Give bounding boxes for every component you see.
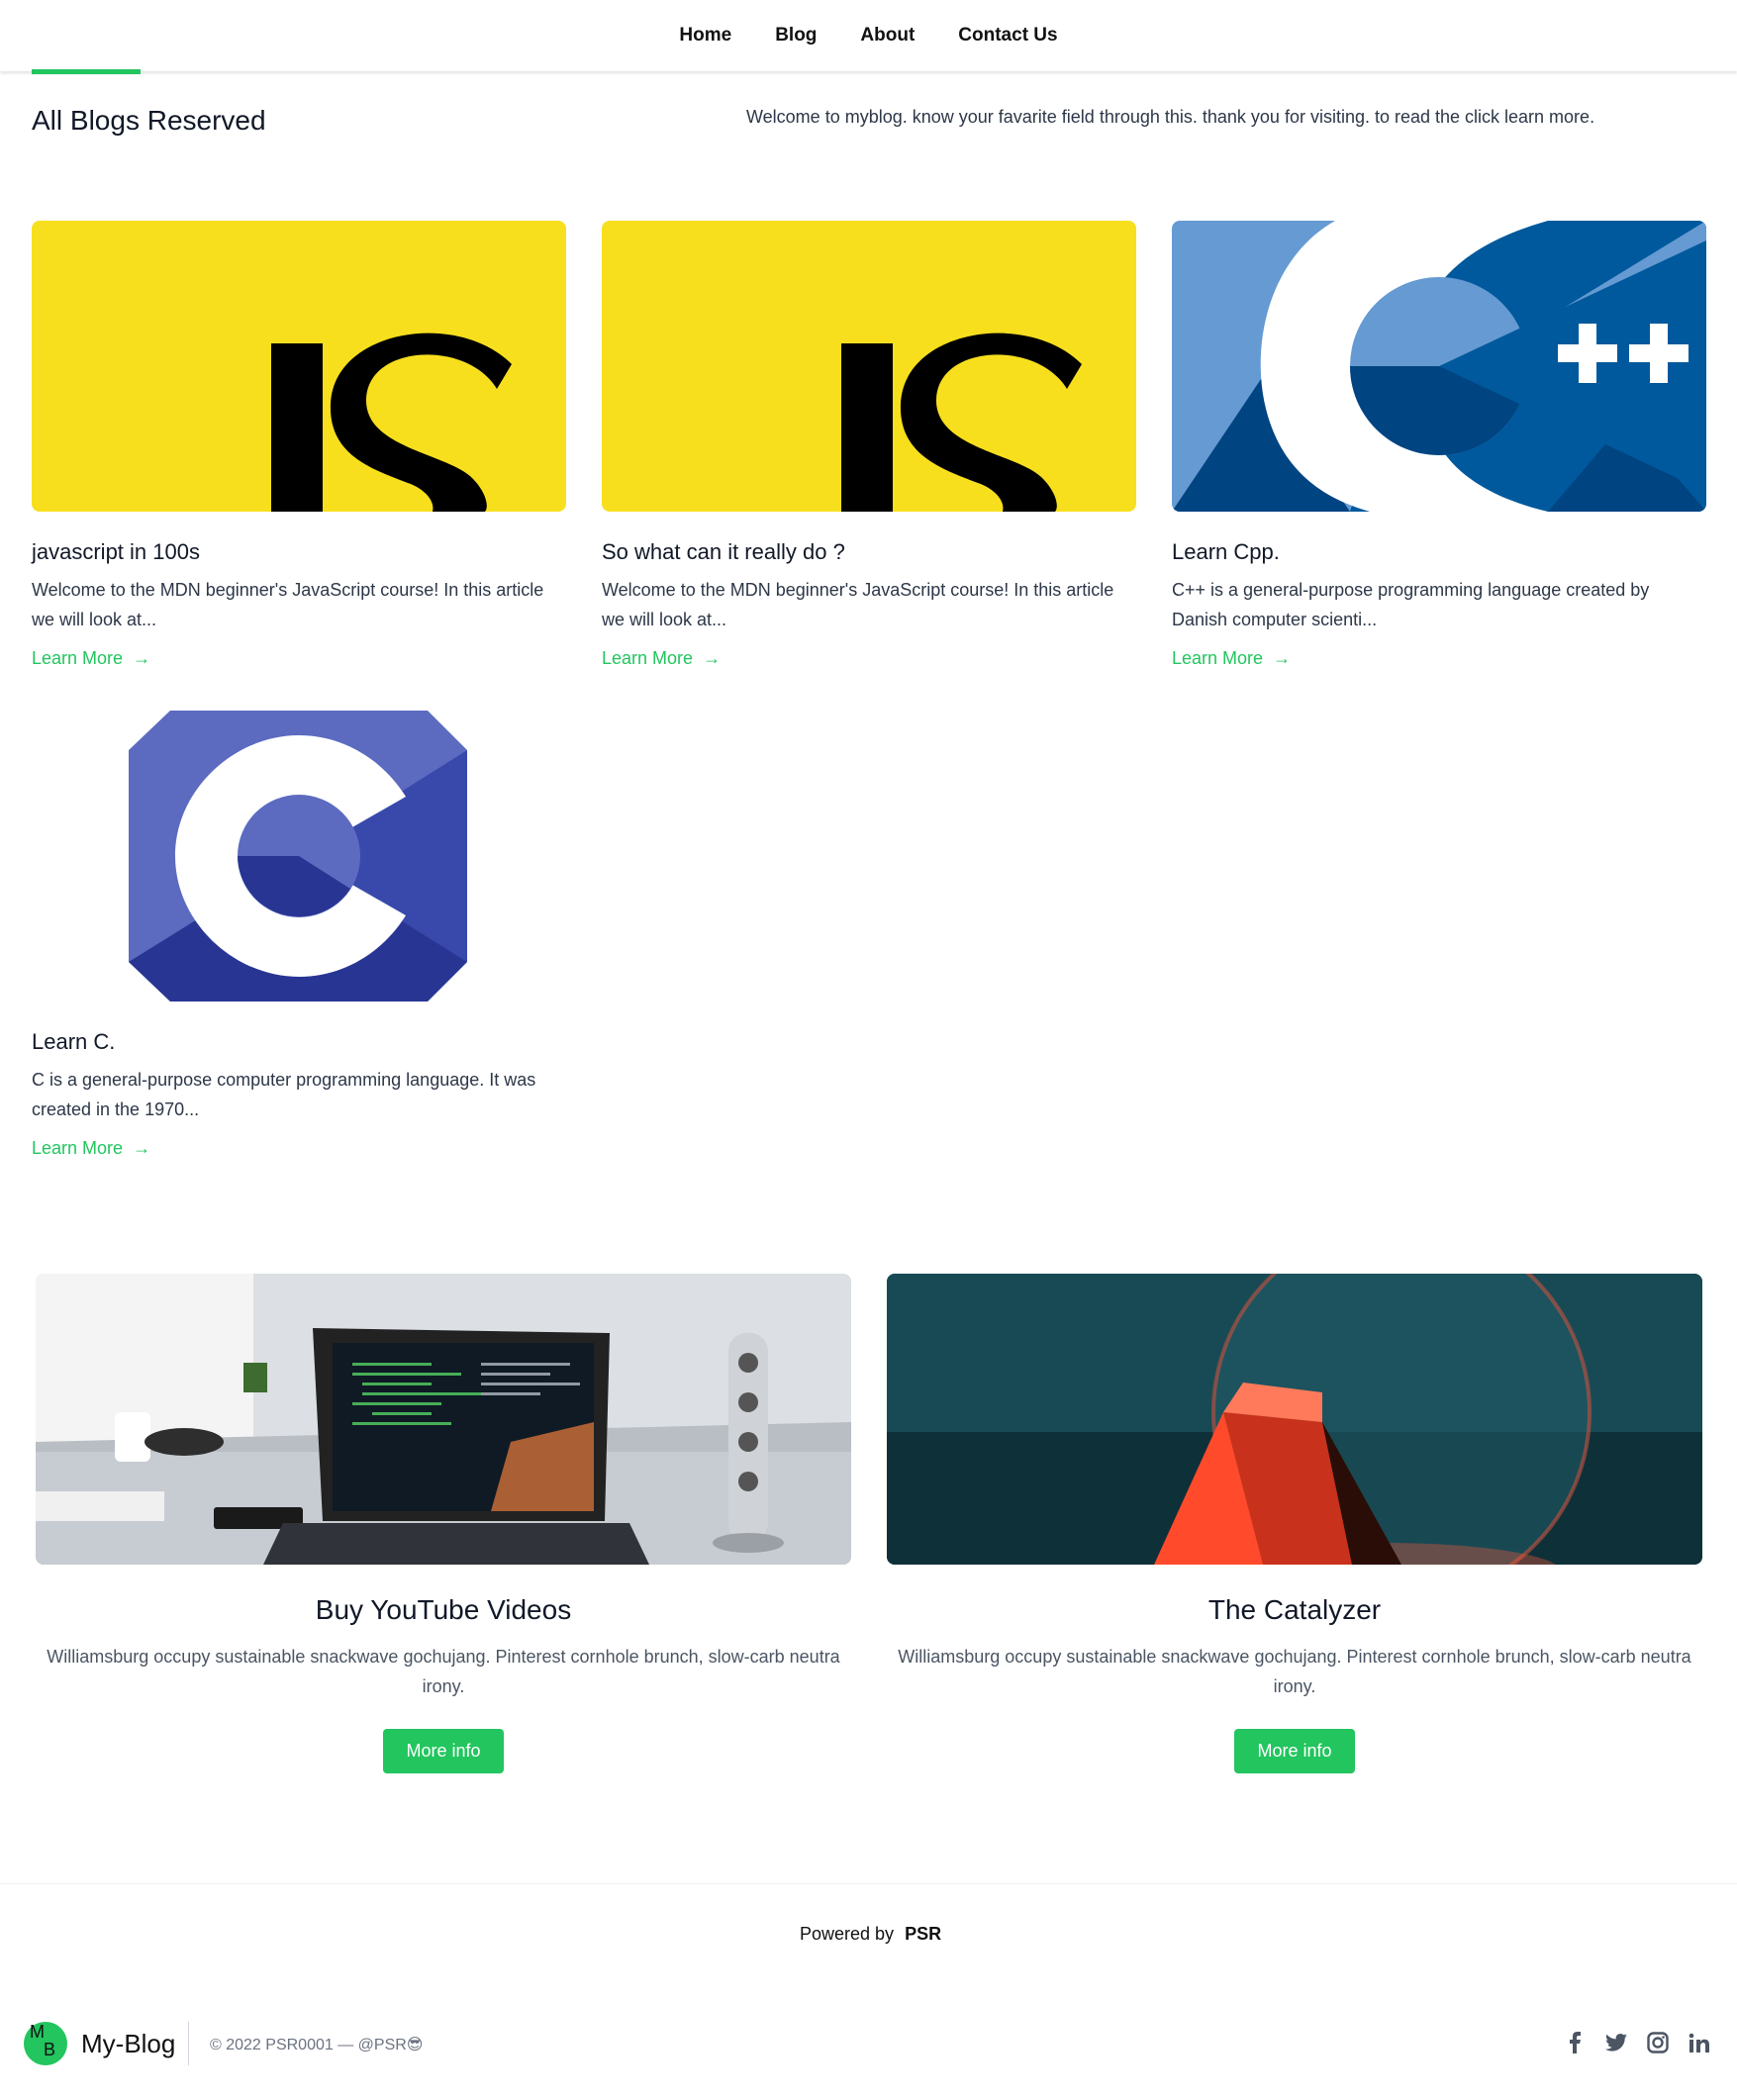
post-excerpt: Welcome to the MDN beginner's JavaScript… bbox=[602, 580, 1114, 629]
learn-more-link[interactable]: Learn More → bbox=[32, 648, 150, 669]
arrow-right-icon: → bbox=[703, 648, 722, 668]
feature-title: Buy YouTube Videos bbox=[315, 1594, 572, 1625]
more-info-button[interactable]: More info bbox=[1234, 1729, 1355, 1773]
nav-about[interactable]: About bbox=[860, 25, 915, 47]
laptop-desk-photo bbox=[36, 1274, 851, 1565]
page-intro: Welcome to myblog. know your favarite fi… bbox=[746, 107, 1595, 127]
powered-by: Powered by PSR bbox=[800, 1924, 941, 1945]
logo-letter-b: B bbox=[44, 2040, 56, 2059]
arrow-right-icon: → bbox=[133, 1138, 151, 1158]
learn-more-label: Learn More bbox=[602, 648, 694, 668]
arrow-right-icon: → bbox=[133, 648, 151, 668]
more-info-button[interactable]: More info bbox=[383, 1729, 504, 1773]
site-logo[interactable]: M B bbox=[24, 2022, 67, 2065]
page-title: All Blogs Reserved bbox=[32, 105, 266, 136]
feature-text: Williamsburg occupy sustainable snackwav… bbox=[898, 1647, 1691, 1696]
post-excerpt: C++ is a general-purpose programming lan… bbox=[1172, 580, 1650, 629]
twitter-icon[interactable] bbox=[1604, 2031, 1628, 2054]
nav-contact[interactable]: Contact Us bbox=[958, 25, 1057, 47]
blog-card: javascript in 100s Welcome to the MDN be… bbox=[32, 221, 566, 669]
js-logo-image[interactable] bbox=[32, 221, 566, 512]
blog-card: So what can it really do ? Welcome to th… bbox=[602, 221, 1136, 669]
learn-more-link[interactable]: Learn More → bbox=[1172, 648, 1291, 669]
title-accent-bar bbox=[32, 69, 141, 74]
nav-blog[interactable]: Blog bbox=[775, 25, 817, 47]
js-logo-image[interactable] bbox=[602, 221, 1136, 512]
instagram-icon[interactable] bbox=[1646, 2031, 1670, 2054]
footer-divider bbox=[0, 1883, 1737, 1884]
feature-text: Williamsburg occupy sustainable snackwav… bbox=[47, 1647, 840, 1696]
copyright-text: © 2022 PSR0001 — @PSR😎 bbox=[210, 2037, 424, 2053]
social-links bbox=[1563, 2031, 1711, 2054]
post-title: So what can it really do ? bbox=[602, 539, 845, 564]
nav-home[interactable]: Home bbox=[679, 25, 731, 47]
c-logo-image[interactable] bbox=[32, 711, 566, 1002]
post-excerpt: C is a general-purpose computer programm… bbox=[32, 1070, 536, 1119]
facebook-icon[interactable] bbox=[1563, 2031, 1587, 2054]
site-header: Home Blog About Contact Us bbox=[0, 0, 1737, 71]
cpp-logo-image[interactable] bbox=[1172, 221, 1706, 512]
feature-card: The Catalyzer Williamsburg occupy sustai… bbox=[887, 1274, 1702, 1773]
learn-more-label: Learn More bbox=[32, 648, 124, 668]
logo-letter-m: M bbox=[30, 2022, 45, 2042]
learn-more-link[interactable]: Learn More → bbox=[32, 1138, 150, 1159]
learn-more-link[interactable]: Learn More → bbox=[602, 648, 721, 669]
main-nav: Home Blog About Contact Us bbox=[0, 0, 1737, 71]
post-title: javascript in 100s bbox=[32, 539, 200, 564]
post-title: Learn Cpp. bbox=[1172, 539, 1280, 564]
brand-name[interactable]: My-Blog bbox=[81, 2029, 175, 2059]
learn-more-label: Learn More bbox=[1172, 648, 1264, 668]
powered-name[interactable]: PSR bbox=[905, 1924, 941, 1944]
blog-card: Learn C. C is a general-purpose computer… bbox=[32, 711, 566, 1159]
glass-sphere-photo bbox=[887, 1274, 1702, 1565]
blog-card: Learn Cpp. C++ is a general-purpose prog… bbox=[1172, 221, 1706, 669]
feature-card: Buy YouTube Videos Williamsburg occupy s… bbox=[36, 1274, 851, 1773]
powered-label: Powered by bbox=[800, 1924, 895, 1944]
arrow-right-icon: → bbox=[1273, 648, 1292, 668]
post-title: Learn C. bbox=[32, 1029, 116, 1054]
linkedin-icon[interactable] bbox=[1688, 2031, 1711, 2054]
post-excerpt: Welcome to the MDN beginner's JavaScript… bbox=[32, 580, 544, 629]
footer-vertical-divider bbox=[188, 2022, 189, 2065]
learn-more-label: Learn More bbox=[32, 1138, 124, 1158]
feature-title: The Catalyzer bbox=[1207, 1594, 1382, 1625]
